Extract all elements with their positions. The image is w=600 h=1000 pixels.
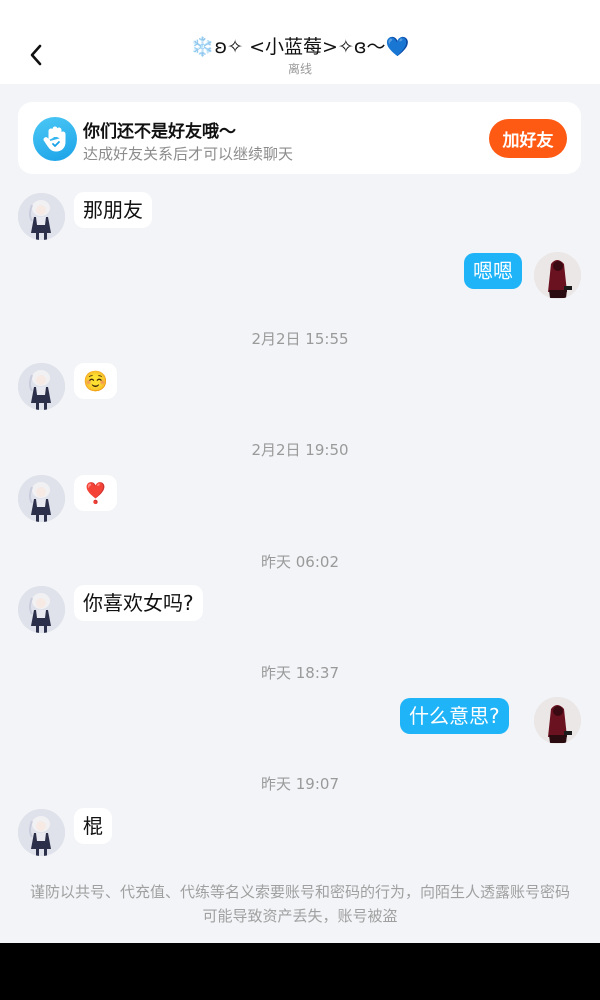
banner-title: 你们还不是好友哦～ xyxy=(83,122,236,142)
message-bubble-received[interactable]: 棍 xyxy=(74,808,112,844)
contact-avatar[interactable] xyxy=(18,475,65,522)
message-bubble-received[interactable]: ❣️ xyxy=(74,475,117,511)
timestamp: 昨天 19:07 xyxy=(261,775,339,793)
back-button[interactable] xyxy=(22,40,50,70)
timestamp: 2月2日 19:50 xyxy=(251,441,349,459)
my-avatar[interactable] xyxy=(534,697,581,744)
not-friends-banner: 你们还不是好友哦～ 达成好友关系后才可以继续聊天 加好友 xyxy=(18,102,581,174)
timestamp: 昨天 06:02 xyxy=(261,553,339,571)
contact-name: ❄️ʚ✧ <小蓝莓>✧ɞ〜💙 xyxy=(190,36,410,58)
online-status: 离线 xyxy=(287,62,312,76)
banner-subtitle: 达成好友关系后才可以继续聊天 xyxy=(83,145,294,163)
contact-avatar[interactable] xyxy=(18,586,65,633)
chat-screen: ❄️ʚ✧ <小蓝莓>✧ɞ〜💙 离线 你们还不是好友哦～ 达成好友关系后才可以继续… xyxy=(0,0,600,943)
my-avatar[interactable] xyxy=(534,252,581,299)
message-bubble-sent[interactable]: 什么意思? xyxy=(400,698,509,734)
security-notice: 谨防以共号、代充值、代练等名义索要账号和密码的行为，向陌生人透露账号密码可能导致… xyxy=(30,883,571,925)
add-friend-button[interactable]: 加好友 xyxy=(489,119,567,158)
chat-title-area[interactable]: ❄️ʚ✧ <小蓝莓>✧ɞ〜💙 离线 xyxy=(100,34,500,77)
message-bubble-received[interactable]: 你喜欢女吗? xyxy=(74,585,203,621)
contact-avatar[interactable] xyxy=(18,193,65,240)
message-bubble-received[interactable]: ☺️ xyxy=(74,363,117,399)
timestamp: 昨天 18:37 xyxy=(261,664,339,682)
chat-header: ❄️ʚ✧ <小蓝莓>✧ɞ〜💙 离线 xyxy=(0,0,600,84)
contact-avatar[interactable] xyxy=(18,809,65,856)
message-bubble-received[interactable]: 那朋友 xyxy=(74,192,152,228)
chevron-left-icon xyxy=(30,44,42,66)
timestamp: 2月2日 15:55 xyxy=(251,330,349,348)
hand-wave-icon xyxy=(33,117,77,161)
message-bubble-sent[interactable]: 嗯嗯 xyxy=(464,253,522,289)
contact-avatar[interactable] xyxy=(18,363,65,410)
